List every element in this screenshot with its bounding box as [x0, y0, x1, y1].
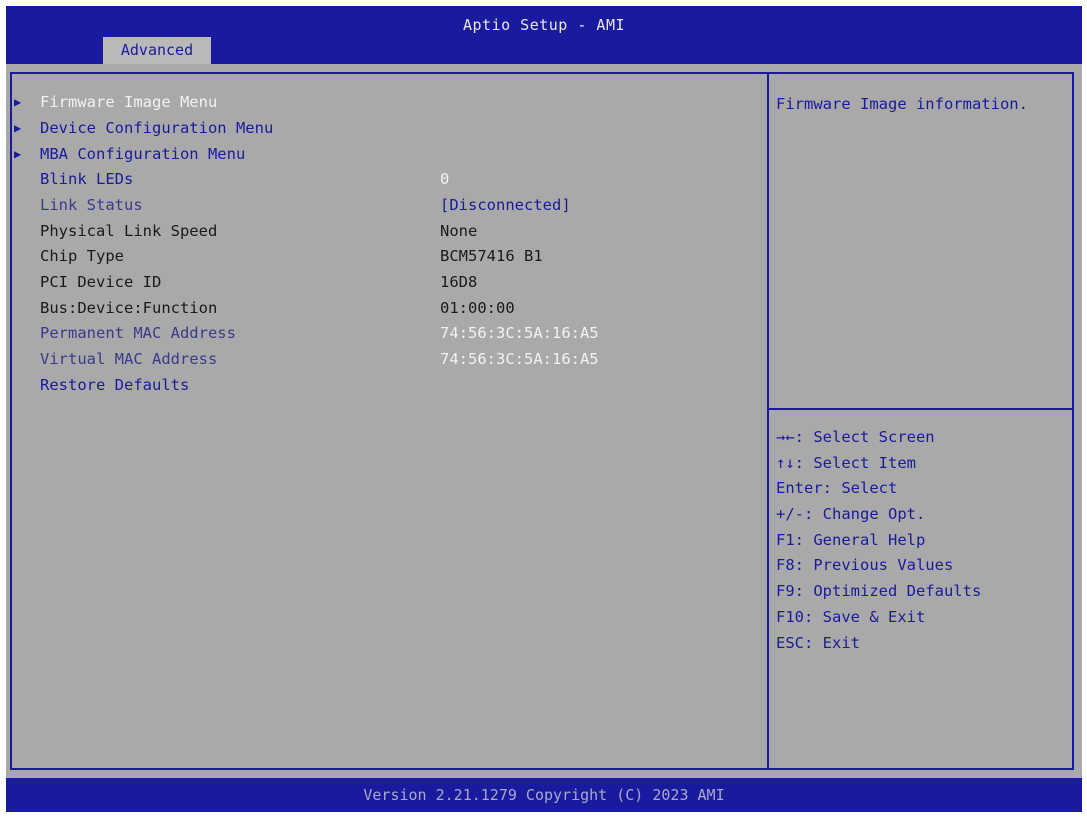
setting-permanent-mac-address: Permanent MAC Address 74:56:3C:5A:16:A5 — [14, 320, 754, 346]
version-copyright: Version 2.21.1279 Copyright (C) 2023 AMI — [363, 786, 725, 804]
key-hint-previous-values: F8: Previous Values — [776, 556, 954, 575]
setting-bus-device-function: Bus:Device:Function 01:00:00 — [14, 295, 754, 321]
footer-bar: Version 2.21.1279 Copyright (C) 2023 AMI — [6, 778, 1082, 812]
menu-item-label: Device Configuration Menu — [40, 119, 274, 137]
setting-value: [Disconnected] — [440, 196, 571, 214]
setting-physical-link-speed: Physical Link Speed None — [14, 218, 754, 244]
setting-value: 74:56:3C:5A:16:A5 — [440, 324, 599, 342]
tab-advanced[interactable]: Advanced — [103, 37, 211, 64]
key-hint-select-item: ↑↓: Select Item — [776, 453, 916, 472]
header-bar: Aptio Setup - AMI Advanced — [6, 6, 1082, 64]
app-title: Aptio Setup - AMI — [462, 16, 626, 34]
setting-label: PCI Device ID — [40, 273, 162, 291]
setting-virtual-mac-address[interactable]: Virtual MAC Address 74:56:3C:5A:16:A5 — [14, 346, 754, 372]
setting-blink-leds[interactable]: Blink LEDs 0 — [14, 166, 754, 192]
setting-value: BCM57416 B1 — [440, 247, 543, 265]
help-divider-horizontal — [769, 408, 1074, 410]
setting-pci-device-id: PCI Device ID 16D8 — [14, 269, 754, 295]
key-hint-general-help: F1: General Help — [776, 530, 926, 549]
key-legend: →←: Select Screen ↑↓: Select Item Enter:… — [776, 425, 1072, 656]
key-hint-enter: Enter: Select — [776, 479, 898, 498]
setting-label: Physical Link Speed — [40, 222, 218, 240]
submenu-arrow-icon: ▶ — [14, 147, 22, 161]
submenu-arrow-icon: ▶ — [14, 121, 22, 135]
menu-item-label: MBA Configuration Menu — [40, 145, 246, 163]
setting-label: Virtual MAC Address — [40, 350, 218, 368]
setting-value: None — [440, 222, 478, 240]
menu-item-device-configuration[interactable]: ▶ Device Configuration Menu — [14, 115, 754, 141]
setting-label: Chip Type — [40, 247, 124, 265]
setting-value: 01:00:00 — [440, 299, 515, 317]
bios-screen: Aptio Setup - AMI Advanced ▶ Firmware Im… — [6, 6, 1082, 812]
setting-value: 16D8 — [440, 273, 478, 291]
help-description: Firmware Image information. — [776, 95, 1028, 113]
menu-item-label: Firmware Image Menu — [40, 93, 218, 111]
setting-restore-defaults[interactable]: Restore Defaults — [14, 372, 754, 398]
setting-label: Restore Defaults — [40, 376, 190, 394]
setting-label: Blink LEDs — [40, 170, 134, 188]
menu-item-firmware-image[interactable]: ▶ Firmware Image Menu — [14, 89, 754, 115]
setting-label: Permanent MAC Address — [40, 324, 236, 342]
submenu-arrow-icon: ▶ — [14, 95, 22, 109]
key-hint-select-screen: →←: Select Screen — [776, 428, 935, 446]
setting-link-status: Link Status [Disconnected] — [14, 192, 754, 218]
setting-chip-type: Chip Type BCM57416 B1 — [14, 243, 754, 269]
menu-item-mba-configuration[interactable]: ▶ MBA Configuration Menu — [14, 141, 754, 167]
key-hint-change-opt: +/-: Change Opt. — [776, 505, 926, 524]
key-hint-save-exit: F10: Save & Exit — [776, 607, 926, 626]
setting-value: 0 — [440, 170, 450, 188]
setting-value: 74:56:3C:5A:16:A5 — [440, 350, 599, 368]
setting-label: Bus:Device:Function — [40, 299, 218, 317]
key-hint-esc-exit: ESC: Exit — [776, 633, 860, 652]
panel-divider-vertical — [767, 72, 769, 770]
setting-label: Link Status — [40, 196, 143, 214]
key-hint-optimized-defaults: F9: Optimized Defaults — [776, 582, 982, 601]
